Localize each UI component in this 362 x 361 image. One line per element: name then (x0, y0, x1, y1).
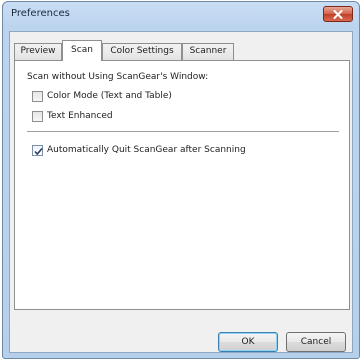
separator (27, 131, 339, 133)
tab-scan[interactable]: Scan (62, 40, 102, 61)
ok-button[interactable]: OK (218, 332, 278, 352)
dialog-body: Preview Scan Color Settings Scanner Scan… (9, 31, 353, 353)
scan-without-window-label: Scan without Using ScanGear's Window: (27, 72, 209, 82)
tab-label: Scanner (189, 46, 227, 56)
preferences-dialog: Preferences Preview Scan Color Settings … (2, 1, 360, 359)
title-bar[interactable]: Preferences (3, 2, 359, 30)
text-enhanced-checkbox[interactable] (32, 110, 43, 122)
tab-scanner[interactable]: Scanner (182, 43, 234, 60)
text-enhanced-option[interactable]: Text Enhanced (32, 109, 113, 123)
cancel-button[interactable]: Cancel (286, 332, 346, 352)
window-title: Preferences (11, 8, 70, 19)
auto-quit-checkbox[interactable] (32, 144, 43, 156)
tab-preview[interactable]: Preview (14, 43, 62, 60)
tab-label: Preview (20, 46, 56, 56)
tab-label: Color Settings (110, 46, 174, 56)
auto-quit-option[interactable]: Automatically Quit ScanGear after Scanni… (32, 143, 246, 157)
checkmark-icon (34, 147, 43, 155)
color-mode-option[interactable]: Color Mode (Text and Table) (32, 89, 172, 103)
close-icon (333, 9, 343, 19)
color-mode-checkbox[interactable] (32, 90, 43, 102)
color-mode-label: Color Mode (Text and Table) (47, 91, 172, 101)
tab-label: Scan (71, 45, 93, 55)
auto-quit-label: Automatically Quit ScanGear after Scanni… (47, 145, 246, 155)
scan-tab-panel: Scan without Using ScanGear's Window: Co… (14, 60, 350, 310)
tab-color-settings[interactable]: Color Settings (102, 43, 182, 60)
text-enhanced-label: Text Enhanced (47, 111, 113, 121)
close-button[interactable] (323, 6, 353, 22)
